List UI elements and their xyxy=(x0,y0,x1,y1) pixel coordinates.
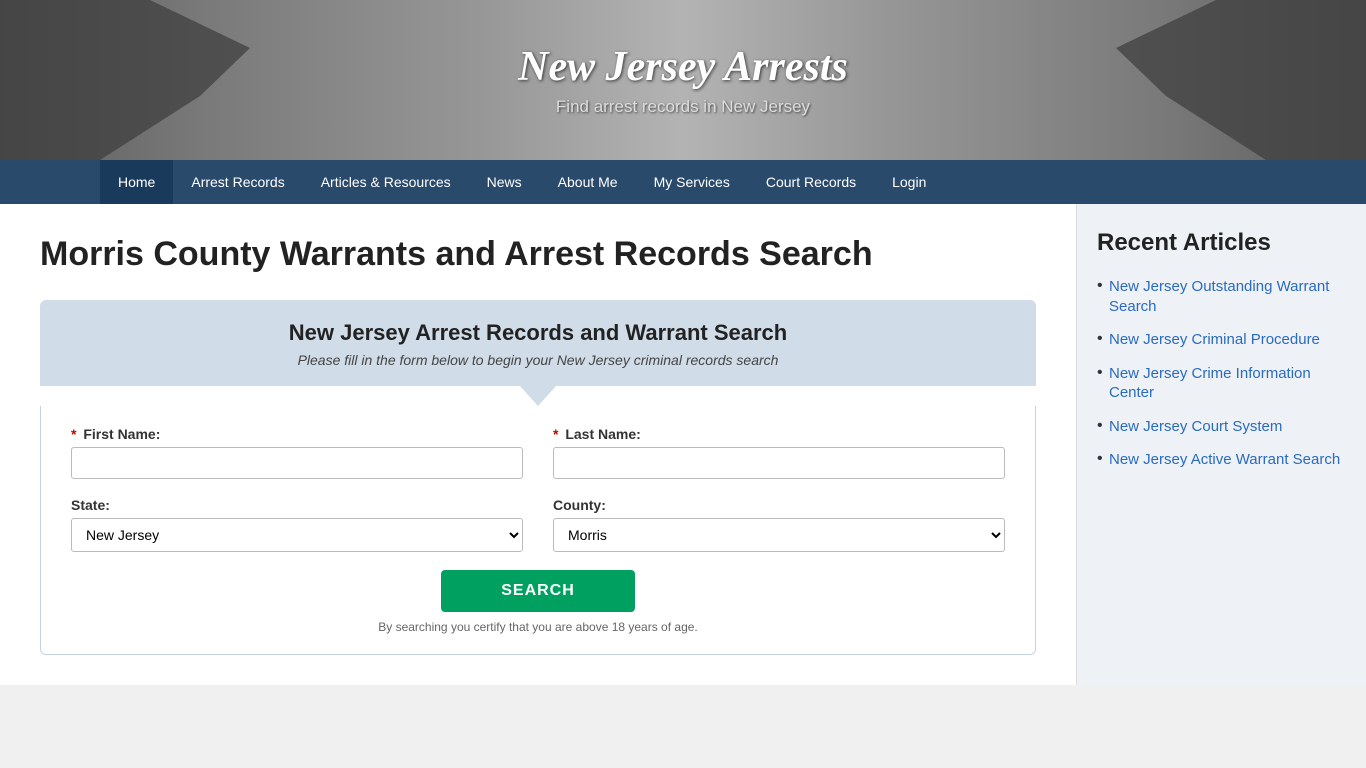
article-link-1[interactable]: New Jersey Criminal Procedure xyxy=(1109,331,1320,348)
site-subtitle: Find arrest records in New Jersey xyxy=(518,97,848,117)
nav-link-articles[interactable]: Articles & Resources xyxy=(303,160,469,204)
state-group: State: New Jersey xyxy=(71,497,523,552)
state-select[interactable]: New Jersey xyxy=(71,518,523,552)
list-item: New Jersey Outstanding Warrant Search xyxy=(1097,277,1346,316)
search-box-subtitle: Please fill in the form below to begin y… xyxy=(70,352,1006,368)
list-item: New Jersey Criminal Procedure xyxy=(1097,330,1346,350)
last-name-required: * xyxy=(553,426,558,442)
search-form: * First Name: * Last Name: xyxy=(41,406,1035,654)
article-link-2[interactable]: New Jersey Crime Information Center xyxy=(1109,365,1311,402)
main-content: Morris County Warrants and Arrest Record… xyxy=(0,204,1076,685)
nav-link-services[interactable]: My Services xyxy=(636,160,748,204)
search-box-title: New Jersey Arrest Records and Warrant Se… xyxy=(70,320,1006,346)
nav-item-login[interactable]: Login xyxy=(874,160,944,204)
nav-link-login[interactable]: Login xyxy=(874,160,944,204)
name-row: * First Name: * Last Name: xyxy=(71,426,1005,479)
nav-link-arrest-records[interactable]: Arrest Records xyxy=(173,160,302,204)
list-item: New Jersey Crime Information Center xyxy=(1097,364,1346,403)
nav-item-about[interactable]: About Me xyxy=(540,160,636,204)
state-label: State: xyxy=(71,497,523,513)
county-label: County: xyxy=(553,497,1005,513)
article-link-0[interactable]: New Jersey Outstanding Warrant Search xyxy=(1109,278,1329,315)
nav-link-about[interactable]: About Me xyxy=(540,160,636,204)
nav-link-news[interactable]: News xyxy=(469,160,540,204)
search-header-box: New Jersey Arrest Records and Warrant Se… xyxy=(40,300,1036,386)
nav-item-home[interactable]: Home xyxy=(100,160,173,204)
county-select[interactable]: Morris xyxy=(553,518,1005,552)
first-name-input[interactable] xyxy=(71,447,523,479)
nav-item-court-records[interactable]: Court Records xyxy=(748,160,874,204)
page-container: Morris County Warrants and Arrest Record… xyxy=(0,204,1366,685)
header-text-block: New Jersey Arrests Find arrest records i… xyxy=(518,43,848,117)
page-title: Morris County Warrants and Arrest Record… xyxy=(40,234,1036,275)
main-nav: Home Arrest Records Articles & Resources… xyxy=(0,160,1366,204)
form-disclaimer: By searching you certify that you are ab… xyxy=(71,620,1005,634)
county-group: County: Morris xyxy=(553,497,1005,552)
header-banner: New Jersey Arrests Find arrest records i… xyxy=(0,0,1366,160)
search-form-area: * First Name: * Last Name: xyxy=(40,406,1036,655)
location-row: State: New Jersey County: Morris xyxy=(71,497,1005,552)
list-item: New Jersey Active Warrant Search xyxy=(1097,450,1346,470)
nav-item-services[interactable]: My Services xyxy=(636,160,748,204)
nav-item-news[interactable]: News xyxy=(469,160,540,204)
article-link-3[interactable]: New Jersey Court System xyxy=(1109,418,1282,435)
article-link-4[interactable]: New Jersey Active Warrant Search xyxy=(1109,451,1340,468)
search-button[interactable]: SEARCH xyxy=(441,570,635,612)
last-name-group: * Last Name: xyxy=(553,426,1005,479)
recent-articles-list: New Jersey Outstanding Warrant Search Ne… xyxy=(1097,277,1346,470)
nav-item-articles[interactable]: Articles & Resources xyxy=(303,160,469,204)
last-name-input[interactable] xyxy=(553,447,1005,479)
first-name-label: * First Name: xyxy=(71,426,523,442)
sidebar: Recent Articles New Jersey Outstanding W… xyxy=(1076,204,1366,685)
list-item: New Jersey Court System xyxy=(1097,417,1346,437)
nav-link-home[interactable]: Home xyxy=(100,160,173,204)
site-title: New Jersey Arrests xyxy=(518,43,848,91)
last-name-label: * Last Name: xyxy=(553,426,1005,442)
first-name-group: * First Name: xyxy=(71,426,523,479)
sidebar-title: Recent Articles xyxy=(1097,229,1346,257)
triangle-pointer xyxy=(520,386,556,406)
first-name-required: * xyxy=(71,426,76,442)
nav-link-court-records[interactable]: Court Records xyxy=(748,160,874,204)
nav-item-arrest-records[interactable]: Arrest Records xyxy=(173,160,302,204)
